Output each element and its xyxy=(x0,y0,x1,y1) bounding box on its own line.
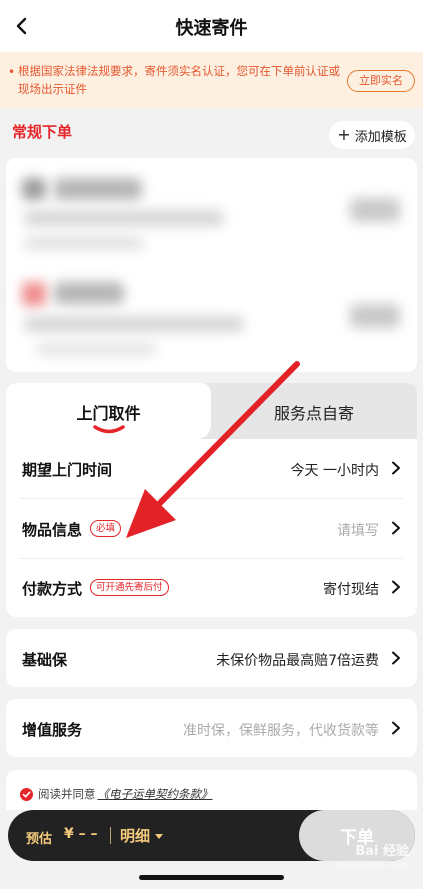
bar-divider xyxy=(110,827,111,844)
price-detail-label: 明细 xyxy=(120,827,151,845)
expected-time-row[interactable]: 期望上门时间 今天 一小时内 xyxy=(6,439,417,498)
plus-icon: + xyxy=(337,125,351,144)
chevron-right-icon xyxy=(392,651,400,665)
chevron-right-icon xyxy=(392,721,400,735)
pickup-form-card: 期望上门时间 今天 一小时内 物品信息 必填 请填写 付款方式 可开通先寄后付 … xyxy=(6,439,417,617)
chevron-right-icon xyxy=(392,521,400,535)
estimate-price: ¥ – – xyxy=(64,826,98,842)
tab-self-dropoff-label: 服务点自寄 xyxy=(273,404,354,423)
page-title: 快速寄件 xyxy=(175,18,248,39)
home-indicator[interactable] xyxy=(139,875,284,880)
expected-time-label: 期望上门时间 xyxy=(22,461,113,479)
sender-name-blur xyxy=(54,178,142,200)
sender-address-blur xyxy=(24,210,224,226)
required-badge: 必填 xyxy=(90,520,122,537)
expected-time-value: 今天 一小时内 xyxy=(290,463,379,479)
tab-door-pickup-label: 上门取件 xyxy=(76,404,141,423)
add-template-label: 添加模板 xyxy=(354,129,407,145)
item-info-row[interactable]: 物品信息 必填 请填写 xyxy=(6,499,417,558)
estimate-label: 预估 xyxy=(26,832,53,847)
tab-self-dropoff[interactable]: 服务点自寄 xyxy=(211,383,417,439)
tab-door-pickup[interactable]: 上门取件 xyxy=(6,383,211,439)
add-template-button[interactable]: + 添加模板 xyxy=(329,121,415,149)
caret-down-icon xyxy=(155,834,164,839)
chevron-right-icon xyxy=(392,580,400,594)
payment-method-value: 寄付现结 xyxy=(323,582,379,598)
agreement-terms-link[interactable]: 《电子运单契约条款》 xyxy=(98,786,213,802)
chevron-right-icon xyxy=(392,461,400,475)
bullet-icon: • xyxy=(8,65,16,79)
receiver-name-blur xyxy=(54,282,124,304)
payment-method-label: 付款方式 xyxy=(22,580,83,598)
receiver-address-line-blur xyxy=(36,342,156,356)
price-detail-button[interactable]: 明细 xyxy=(120,825,164,846)
watermark-line1: Bai 经验 xyxy=(355,844,409,859)
insurance-value: 未保价物品最高赔7倍运费 xyxy=(216,653,379,669)
value-added-label: 增值服务 xyxy=(22,721,83,739)
payment-method-row[interactable]: 付款方式 可开通先寄后付 寄付现结 xyxy=(6,558,417,617)
pay-later-badge: 可开通先寄后付 xyxy=(90,579,169,596)
baidu-watermark: Bai 经验 jingyan.baidu.com xyxy=(335,845,409,873)
insurance-label: 基础保 xyxy=(22,651,68,669)
sender-address-line-blur xyxy=(24,236,144,250)
address-card[interactable] xyxy=(6,158,417,372)
top-bar: 快速寄件 xyxy=(0,0,423,52)
agreement-prefix: 阅读并同意 xyxy=(38,787,96,801)
notice-text: 根据国家法律法规要求，寄件须实名认证，您可在下单前认证或现场出示证件 xyxy=(18,64,340,96)
agreement-row[interactable]: 阅读并同意 《电子运单契约条款》 xyxy=(20,786,213,802)
receiver-action-blur[interactable] xyxy=(350,304,400,328)
value-added-row[interactable]: 增值服务 准时保，保鲜服务，代收货款等 xyxy=(6,699,417,757)
section-title: 常规下单 xyxy=(12,123,73,141)
pickup-mode-tabs: 服务点自寄 上门取件 xyxy=(6,383,417,439)
checkmark-icon[interactable] xyxy=(20,787,33,801)
insurance-row[interactable]: 基础保 未保价物品最高赔7倍运费 xyxy=(6,629,417,687)
item-info-placeholder: 请填写 xyxy=(337,523,379,539)
item-info-label: 物品信息 xyxy=(22,521,83,539)
sender-avatar-blur xyxy=(22,178,46,200)
value-added-value: 准时保，保鲜服务，代收货款等 xyxy=(183,723,379,739)
receiver-address-blur xyxy=(24,316,244,332)
sender-action-blur[interactable] xyxy=(350,198,400,222)
receiver-avatar-blur xyxy=(22,282,46,306)
active-tab-indicator-icon xyxy=(93,425,125,434)
watermark-line2: jingyan.baidu.com xyxy=(335,861,409,870)
verify-now-button[interactable]: 立即实名 xyxy=(347,70,415,92)
